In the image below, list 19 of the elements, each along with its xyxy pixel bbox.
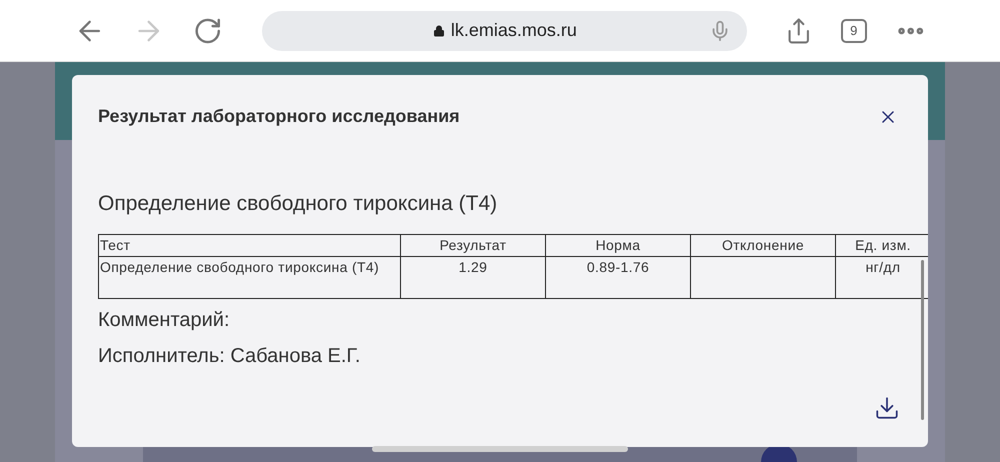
table-cell: 1.29 [400,256,546,298]
download-icon[interactable] [874,395,900,421]
test-heading: Определение свободного тироксина (Т4) [98,191,498,217]
scrollbar[interactable] [921,260,924,420]
column-header: Результат [400,234,546,256]
table-cell: 0.89-1.76 [546,256,690,298]
column-header: Тест [98,234,400,256]
column-header: Отклонение [690,234,836,256]
lock-icon [432,24,445,36]
performer-text: Исполнитель: Сабанова Е.Г. [98,344,362,368]
address-bar[interactable]: lk.emias.mos.ru [262,10,748,50]
url-text: lk.emias.mos.ru [450,19,577,42]
modal-title: Результат лабораторного исследования [98,105,460,128]
table-cell: Определение свободного тироксина (Т4) [98,256,400,298]
comment-label: Комментарий: [98,308,231,332]
column-header: Норма [546,234,690,256]
tab-count-button[interactable]: 9 [840,18,867,42]
reload-icon[interactable] [192,16,222,46]
column-header: Ед. изм. [836,234,928,256]
